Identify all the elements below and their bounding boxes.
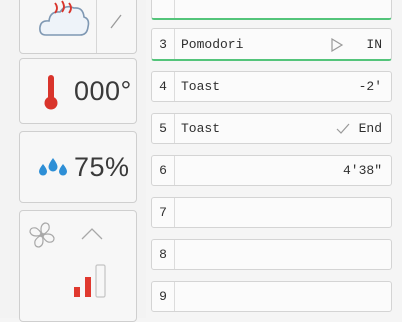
row-number: 5 [152, 114, 175, 143]
water-drops-icon [38, 156, 68, 181]
check-icon [336, 123, 350, 139]
fan-panel[interactable] [19, 210, 137, 322]
chevron-up-icon[interactable] [80, 227, 104, 246]
program-row[interactable]: 3 Pomodori IN [151, 28, 392, 61]
thermometer-icon [40, 73, 62, 116]
row-name: Toast [181, 121, 221, 136]
steam-panel-divider [96, 0, 97, 53]
program-row[interactable]: 5 Toast End [151, 113, 392, 144]
row-number: 3 [152, 29, 175, 59]
row-number: 9 [152, 282, 175, 311]
program-row[interactable]: 8 [151, 239, 392, 270]
steam-cloud-icon[interactable] [38, 0, 90, 46]
left-control-column: 000° 75% [0, 0, 146, 322]
row-value: -2' [358, 79, 382, 94]
row-value: IN [366, 37, 382, 52]
row-number: 8 [152, 240, 175, 269]
program-row[interactable]: 4 Toast -2' [151, 71, 392, 102]
row-value: 4'38" [342, 163, 382, 178]
chevron-right-icon[interactable] [109, 7, 123, 34]
row-number-cell [152, 0, 175, 18]
row-number: 6 [152, 156, 175, 185]
row-number: 7 [152, 198, 175, 227]
program-row[interactable]: 6 4'38" [151, 155, 392, 186]
program-row[interactable]: 7 [151, 197, 392, 228]
temperature-value: 000° [74, 76, 132, 106]
fan-icon [27, 220, 57, 255]
row-name: Pomodori [181, 37, 244, 52]
fan-speed-bars-icon [72, 263, 114, 308]
row-name: Toast [181, 79, 221, 94]
steam-panel[interactable] [19, 0, 137, 54]
humidity-value: 75% [74, 152, 130, 182]
row-number: 4 [152, 72, 175, 101]
temperature-panel[interactable]: 000° [19, 58, 137, 124]
program-row-partial[interactable] [151, 0, 392, 20]
humidity-panel[interactable]: 75% [19, 131, 137, 203]
row-value: End [358, 121, 382, 136]
program-row[interactable]: 9 [151, 281, 392, 312]
play-icon [330, 37, 344, 56]
